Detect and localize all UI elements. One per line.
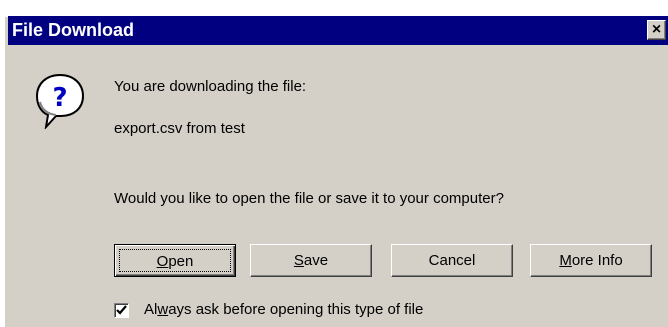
open-button-label-post: pen: [168, 253, 194, 270]
more-info-button-accel: M: [559, 252, 572, 269]
always-ask-checkbox[interactable]: [114, 303, 129, 318]
open-button[interactable]: Open: [114, 244, 236, 277]
open-button-accel: O: [156, 253, 169, 270]
file-download-dialog: File Download × ? You are downloading th…: [4, 16, 668, 327]
svg-text:?: ?: [52, 83, 67, 113]
more-info-button-label-post: ore Info: [571, 252, 623, 269]
cancel-button[interactable]: Cancel: [391, 244, 513, 277]
close-button[interactable]: ×: [647, 20, 666, 40]
message-file-name: export.csv from test: [114, 120, 245, 137]
open-button-focus-rect: Open: [119, 249, 231, 272]
message-line-1: You are downloading the file:: [114, 78, 307, 95]
question-icon: ?: [34, 71, 86, 131]
message-question: Would you like to open the file or save …: [114, 190, 504, 207]
cancel-button-label: Cancel: [428, 252, 476, 269]
more-info-button[interactable]: More Info: [530, 244, 652, 277]
checkbox-label-accel: w: [157, 301, 169, 318]
save-button[interactable]: Save: [250, 244, 372, 277]
checkbox-label-post: ays ask before opening this type of file: [168, 301, 424, 318]
save-button-accel: S: [293, 252, 304, 269]
title-bar[interactable]: File Download ×: [8, 16, 668, 45]
window-title: File Download: [12, 20, 135, 40]
checkmark-icon: [116, 305, 127, 315]
checkbox-label-pre: Al: [144, 301, 158, 318]
close-icon: ×: [651, 21, 662, 38]
save-button-label-post: ave: [303, 252, 329, 269]
always-ask-checkbox-label[interactable]: Always ask before opening this type of f…: [144, 301, 423, 318]
